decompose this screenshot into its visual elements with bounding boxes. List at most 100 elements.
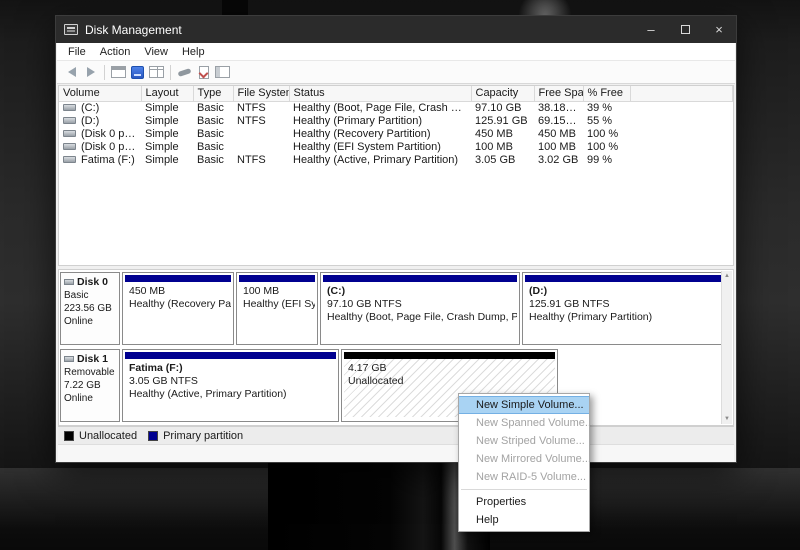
cell-pct: 100 %	[583, 140, 630, 153]
table-row[interactable]: (Disk 0 partition 1) Simple Basic Health…	[59, 127, 733, 140]
volume-list-pane: Volume Layout Type File System Status Ca…	[58, 85, 734, 266]
menu-file[interactable]: File	[61, 46, 93, 58]
menu-help[interactable]: Help	[175, 46, 212, 58]
cell-free: 3.02 GB	[534, 153, 583, 166]
minimize-button[interactable]: –	[634, 16, 668, 43]
context-menu: New Simple Volume... New Spanned Volume.…	[458, 393, 590, 532]
help-doc-icon[interactable]	[194, 63, 213, 81]
cell-capacity: 100 MB	[471, 140, 534, 153]
column-pct-free[interactable]: % Free	[583, 86, 630, 101]
cell-pct: 55 %	[583, 114, 630, 127]
disk-management-window: Disk Management – × File Action View Hel…	[55, 15, 737, 463]
partition-recovery[interactable]: 450 MB Healthy (Recovery Partition)	[122, 272, 234, 345]
scroll-down-icon[interactable]: ▼	[724, 416, 730, 422]
partition-fatima-f[interactable]: Fatima (F:) 3.05 GB NTFS Healthy (Active…	[122, 349, 339, 422]
show-pane-icon[interactable]	[213, 63, 232, 81]
vertical-scrollbar[interactable]: ▲ ▼	[721, 271, 732, 424]
volume-icon	[63, 104, 76, 111]
cell-volume: (D:)	[81, 115, 99, 127]
disk-icon[interactable]	[128, 63, 147, 81]
cell-pct: 39 %	[583, 101, 630, 114]
partition-color-bar	[323, 275, 517, 282]
column-status[interactable]: Status	[289, 86, 471, 101]
partition-efi[interactable]: 100 MB Healthy (EFI System Partition)	[236, 272, 318, 345]
menu-separator	[461, 489, 587, 490]
action-icon[interactable]	[175, 63, 194, 81]
forward-arrow-glyph	[87, 67, 95, 77]
detail-view-glyph	[149, 66, 164, 78]
show-pane-glyph	[215, 66, 230, 78]
partition-size: 125.91 GB NTFS	[529, 298, 729, 311]
partition-size: 97.10 GB NTFS	[327, 298, 517, 311]
cell-fs	[233, 127, 289, 140]
volume-icon	[63, 156, 76, 163]
cell-type: Basic	[193, 114, 233, 127]
cell-layout: Simple	[141, 127, 193, 140]
volume-icon	[63, 130, 76, 137]
back-icon[interactable]	[62, 63, 81, 81]
partition-c[interactable]: (C:) 97.10 GB NTFS Healthy (Boot, Page F…	[320, 272, 520, 345]
partition-size: 4.17 GB	[348, 362, 555, 375]
partition-status: Healthy (EFI System Partition)	[243, 298, 315, 311]
partition-size: 3.05 GB NTFS	[129, 375, 336, 388]
menu-item-new-spanned-volume: New Spanned Volume...	[459, 414, 589, 432]
cell-fs	[233, 140, 289, 153]
menu-item-new-simple-volume[interactable]: New Simple Volume...	[459, 396, 589, 414]
disk1-label[interactable]: Disk 1 Removable 7.22 GB Online	[60, 349, 120, 422]
disk-kind: Removable	[64, 366, 116, 379]
menu-action[interactable]: Action	[93, 46, 138, 58]
disk-state: Online	[64, 315, 116, 328]
cell-type: Basic	[193, 127, 233, 140]
cell-free: 450 MB	[534, 127, 583, 140]
window-title: Disk Management	[85, 23, 182, 37]
partition-color-bar	[125, 275, 231, 282]
cell-free: 69.15 GB	[534, 114, 583, 127]
maximize-button[interactable]	[668, 16, 702, 43]
partition-color-bar	[239, 275, 315, 282]
column-file-system[interactable]: File System	[233, 86, 289, 101]
column-free-space[interactable]: Free Spa...	[534, 86, 583, 101]
disk0-label[interactable]: Disk 0 Basic 223.56 GB Online	[60, 272, 120, 345]
cell-pct: 100 %	[583, 127, 630, 140]
menu-item-properties[interactable]: Properties	[459, 493, 589, 511]
disk-icon	[64, 279, 74, 285]
toolbar-separator	[104, 65, 105, 80]
partition-color-bar	[525, 275, 729, 282]
cell-fs: NTFS	[233, 153, 289, 166]
partition-status: Healthy (Primary Partition)	[529, 311, 729, 324]
cell-capacity: 97.10 GB	[471, 101, 534, 114]
partition-d[interactable]: (D:) 125.91 GB NTFS Healthy (Primary Par…	[522, 272, 732, 345]
cell-free: 100 MB	[534, 140, 583, 153]
cell-capacity: 450 MB	[471, 127, 534, 140]
titlebar[interactable]: Disk Management – ×	[56, 16, 736, 43]
console-window-glyph	[111, 66, 126, 78]
table-row[interactable]: (Disk 0 partition 2) Simple Basic Health…	[59, 140, 733, 153]
detail-view-icon[interactable]	[147, 63, 166, 81]
menu-item-help[interactable]: Help	[459, 511, 589, 529]
action-glyph	[178, 68, 192, 77]
forward-icon[interactable]	[81, 63, 100, 81]
cell-status: Healthy (Recovery Partition)	[289, 127, 471, 140]
column-type[interactable]: Type	[193, 86, 233, 101]
column-layout[interactable]: Layout	[141, 86, 193, 101]
scroll-up-icon[interactable]: ▲	[724, 273, 730, 279]
cell-status: Healthy (EFI System Partition)	[289, 140, 471, 153]
menu-bar: File Action View Help	[57, 43, 735, 61]
table-row[interactable]: Fatima (F:) Simple Basic NTFS Healthy (A…	[59, 153, 733, 166]
menu-view[interactable]: View	[137, 46, 175, 58]
table-row[interactable]: (D:) Simple Basic NTFS Healthy (Primary …	[59, 114, 733, 127]
column-capacity[interactable]: Capacity	[471, 86, 534, 101]
column-volume[interactable]: Volume	[59, 86, 141, 101]
toolbar	[57, 61, 735, 84]
disk-size: 223.56 GB	[64, 302, 116, 315]
partition-status: Healthy (Active, Primary Partition)	[129, 388, 336, 401]
volume-icon	[63, 117, 76, 124]
close-button[interactable]: ×	[702, 16, 736, 43]
cell-type: Basic	[193, 101, 233, 114]
cell-volume: Fatima (F:)	[81, 154, 135, 166]
cell-status: Healthy (Primary Partition)	[289, 114, 471, 127]
console-window-icon[interactable]	[109, 63, 128, 81]
cell-capacity: 125.91 GB	[471, 114, 534, 127]
table-row[interactable]: (C:) Simple Basic NTFS Healthy (Boot, Pa…	[59, 101, 733, 114]
monitor-stand	[268, 463, 490, 550]
